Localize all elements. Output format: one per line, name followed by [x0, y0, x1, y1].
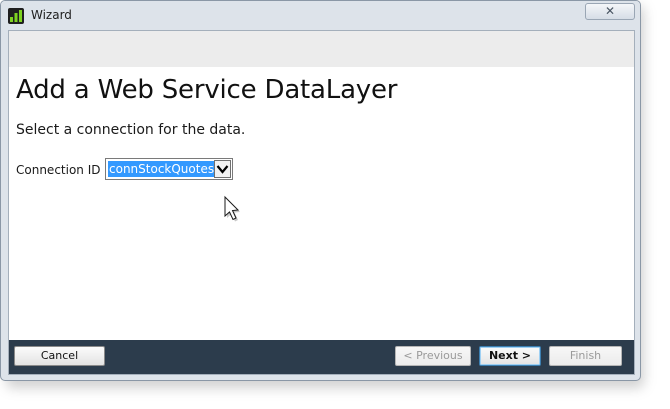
bar-chart-icon	[8, 8, 24, 24]
window-title: Wizard	[31, 8, 72, 22]
next-button[interactable]: Next >	[479, 346, 541, 366]
chevron-down-icon	[216, 165, 229, 174]
close-button[interactable]: ✕	[585, 3, 635, 20]
page-title: Add a Web Service DataLayer	[16, 75, 398, 105]
connection-id-select[interactable]: connStockQuotes	[105, 158, 233, 180]
page-subtitle: Select a connection for the data.	[16, 122, 246, 138]
previous-button[interactable]: < Previous	[395, 346, 471, 366]
header-band	[9, 31, 634, 67]
cancel-button[interactable]: Cancel	[14, 346, 105, 366]
finish-button[interactable]: Finish	[549, 346, 622, 366]
connection-id-value: connStockQuotes	[108, 161, 216, 177]
connection-id-label: Connection ID	[16, 163, 101, 177]
wizard-window: Wizard ✕ Add a Web Service DataLayer Sel…	[0, 0, 641, 381]
mouse-cursor-icon	[224, 195, 240, 222]
wizard-content: Add a Web Service DataLayer Select a con…	[8, 30, 635, 375]
close-icon: ✕	[604, 4, 616, 18]
title-bar: Wizard ✕	[1, 1, 640, 29]
dropdown-button[interactable]	[214, 160, 231, 178]
button-bar: Cancel < Previous Next > Finish	[9, 340, 634, 374]
